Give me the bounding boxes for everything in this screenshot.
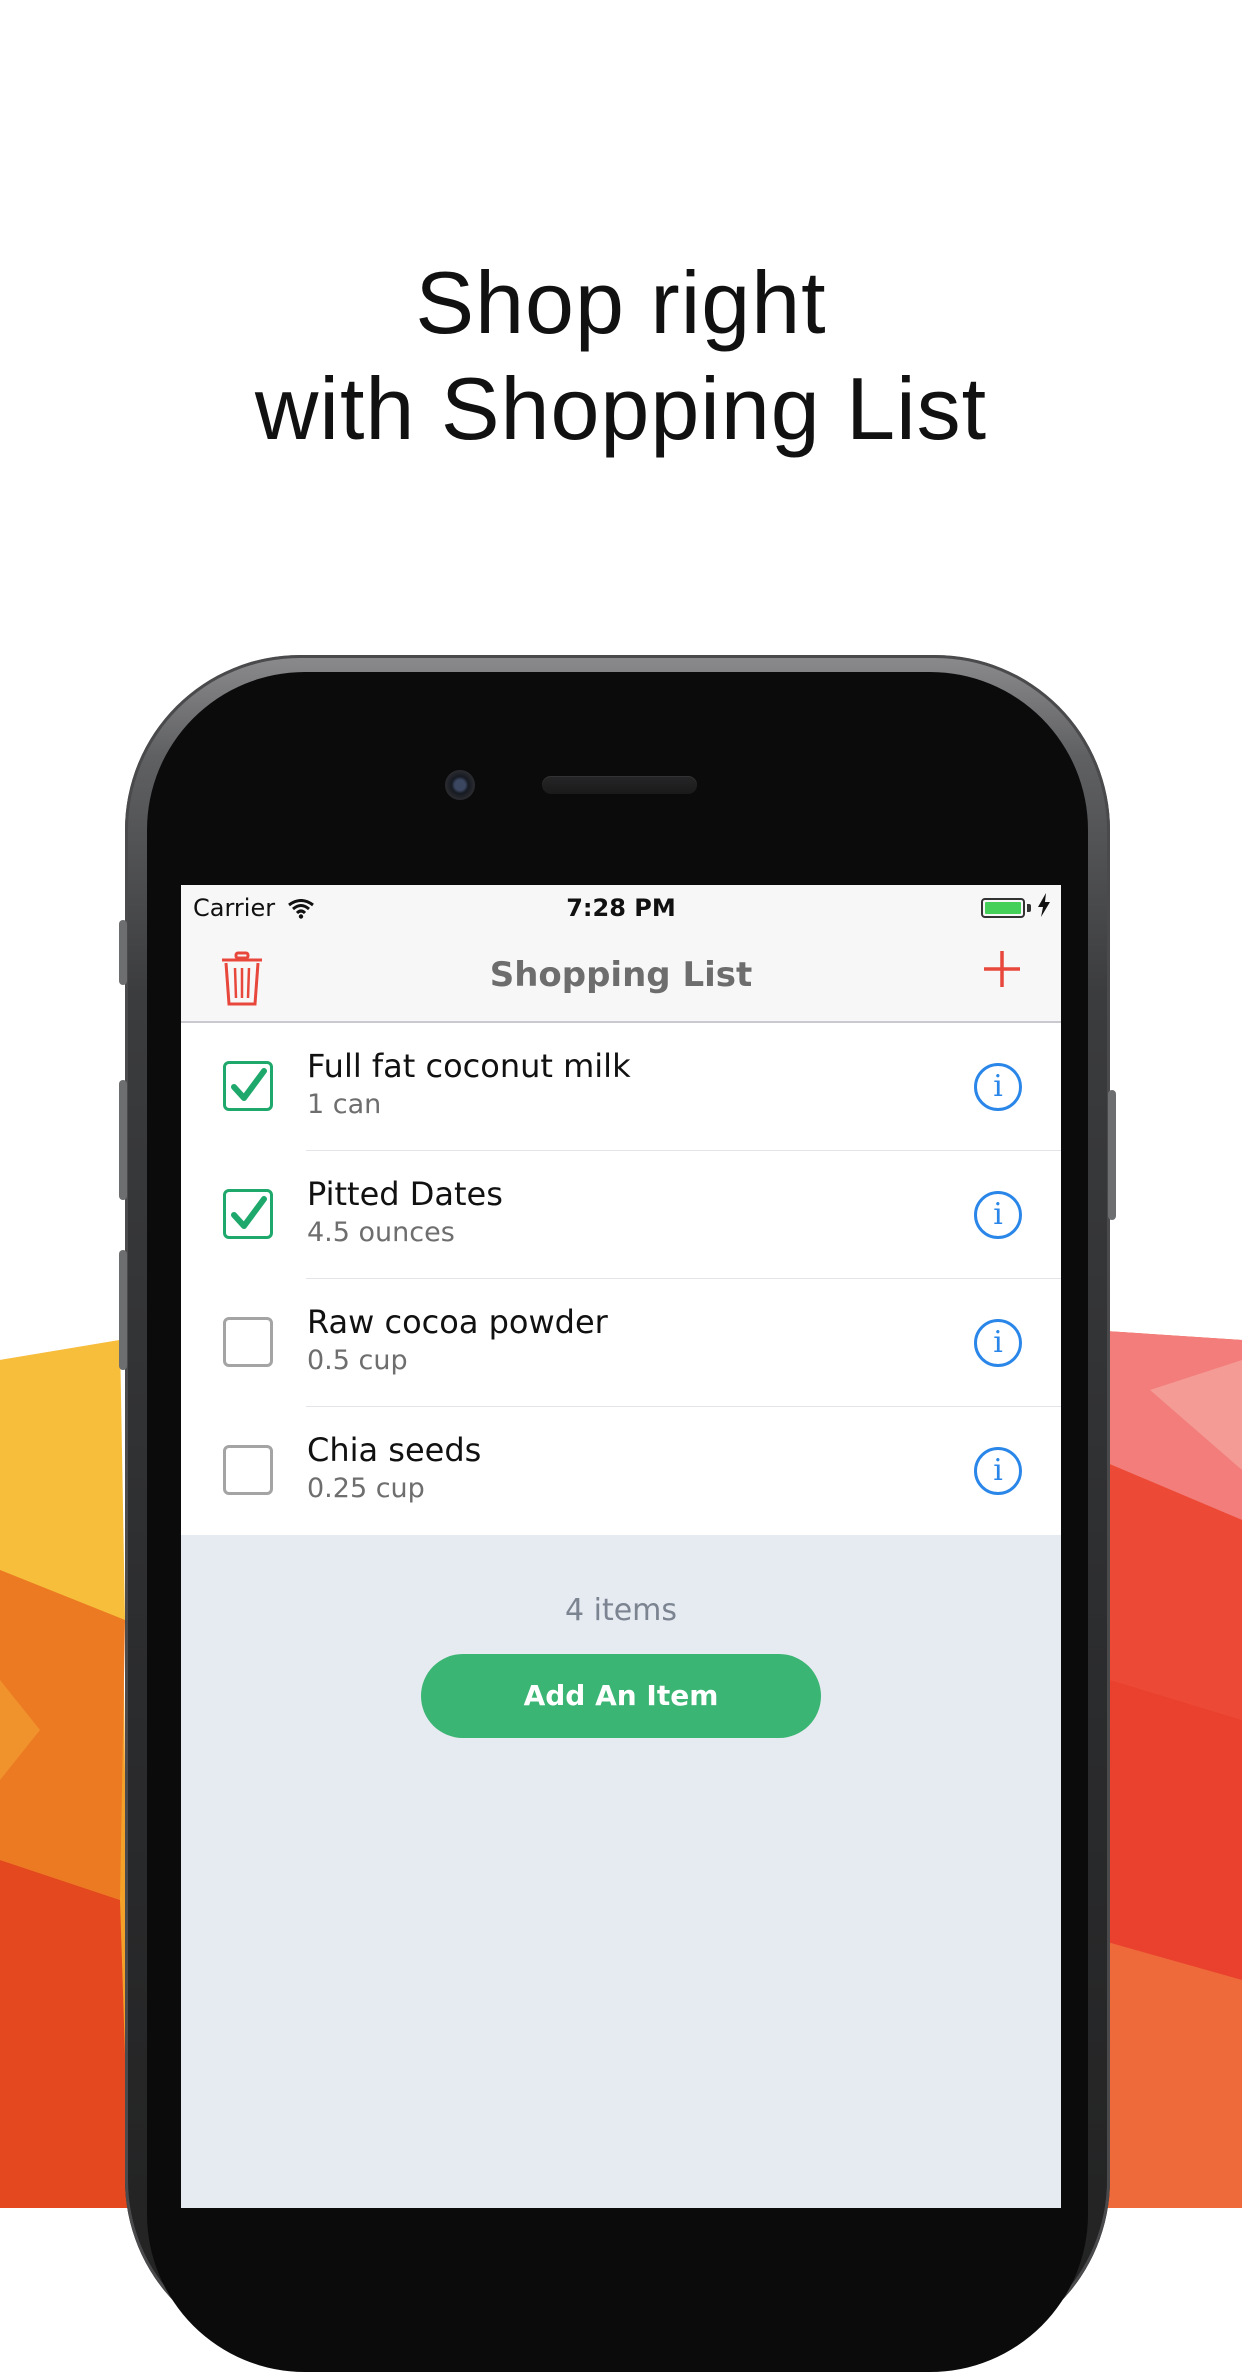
list-item[interactable]: Raw cocoa powder 0.5 cup i: [181, 1279, 1061, 1407]
shopping-list: Full fat coconut milk 1 can i Pitted Dat…: [181, 1023, 1061, 1535]
item-quantity: 1 can: [307, 1089, 382, 1120]
checkbox-unchecked[interactable]: [223, 1317, 273, 1367]
battery-tip: [1027, 904, 1031, 912]
status-bar: Carrier 7:28 PM: [181, 885, 1061, 933]
add-item-button[interactable]: Add An Item: [421, 1654, 821, 1738]
charging-bolt-icon: [1037, 893, 1051, 923]
front-camera: [445, 770, 475, 800]
item-quantity: 0.25 cup: [307, 1473, 425, 1504]
item-name: Raw cocoa powder: [307, 1303, 608, 1341]
item-name: Full fat coconut milk: [307, 1047, 631, 1085]
earpiece-speaker: [542, 776, 697, 794]
item-count: 4 items: [564, 1593, 678, 1628]
volume-down-button: [119, 1250, 127, 1370]
checkbox-unchecked[interactable]: [223, 1445, 273, 1495]
plus-icon[interactable]: [982, 949, 1022, 993]
info-icon[interactable]: i: [974, 1063, 1022, 1111]
headline-line-1: Shop right: [415, 253, 827, 352]
checkbox-checked[interactable]: [223, 1061, 273, 1111]
volume-up-button: [119, 1080, 127, 1200]
item-quantity: 4.5 ounces: [307, 1217, 455, 1248]
power-button: [1108, 1090, 1116, 1220]
battery-icon: [981, 898, 1025, 918]
list-item[interactable]: Chia seeds 0.25 cup i: [181, 1407, 1061, 1535]
page-title: Shopping List: [489, 955, 753, 995]
headline: Shop right with Shopping List: [0, 250, 1242, 462]
item-quantity: 0.5 cup: [307, 1345, 408, 1376]
checkbox-checked[interactable]: [223, 1189, 273, 1239]
app-screen: Carrier 7:28 PM Shopping List Full fat c…: [181, 885, 1061, 2208]
navigation-bar: Shopping List: [181, 933, 1061, 1023]
headline-line-2: with Shopping List: [254, 359, 988, 458]
mute-switch: [119, 920, 127, 985]
info-icon[interactable]: i: [974, 1319, 1022, 1367]
list-item[interactable]: Pitted Dates 4.5 ounces i: [181, 1151, 1061, 1279]
info-icon[interactable]: i: [974, 1191, 1022, 1239]
list-item[interactable]: Full fat coconut milk 1 can i: [181, 1023, 1061, 1151]
item-name: Pitted Dates: [307, 1175, 503, 1213]
item-name: Chia seeds: [307, 1431, 482, 1469]
info-icon[interactable]: i: [974, 1447, 1022, 1495]
status-time: 7:28 PM: [566, 894, 676, 922]
